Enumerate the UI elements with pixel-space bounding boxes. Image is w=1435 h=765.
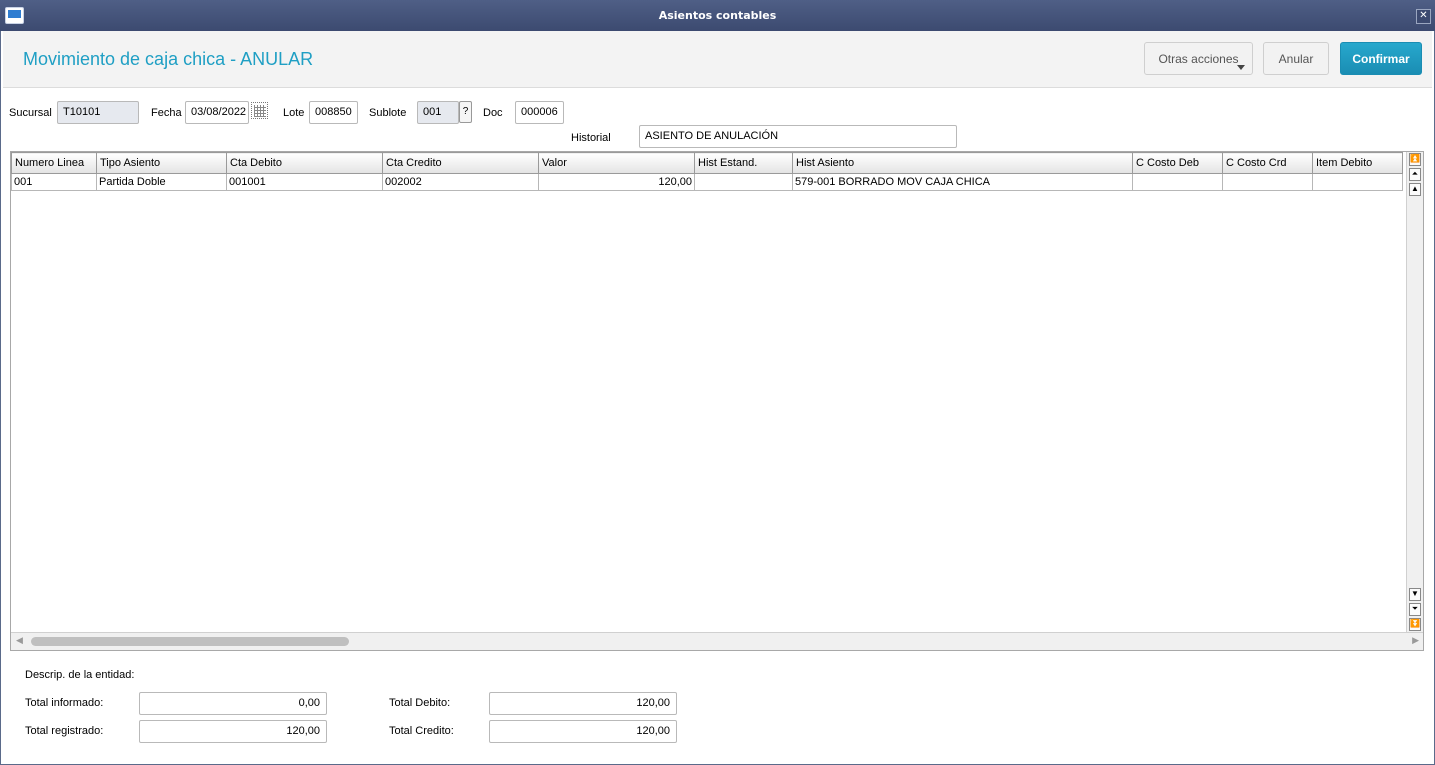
total-registrado-label: Total registrado: [25, 725, 104, 737]
page-header: Movimiento de caja chica - ANULAR Otras … [3, 31, 1432, 88]
doc-label: Doc [483, 107, 503, 119]
total-debito-label: Total Debito: [389, 697, 451, 709]
scroll-right-icon[interactable]: ▶ [1412, 635, 1419, 646]
fecha-field[interactable]: 03/08/2022 [185, 101, 249, 124]
calendar-icon[interactable] [251, 102, 268, 119]
sublote-label: Sublote [369, 107, 407, 119]
table-row[interactable]: 001 Partida Doble 001001 002002 120,00 5… [11, 173, 1403, 191]
doc-field[interactable]: 000006 [515, 101, 564, 124]
col-header[interactable]: Item Debito [1312, 152, 1403, 174]
col-header[interactable]: Valor [538, 152, 695, 174]
entries-grid[interactable]: Numero Linea Tipo Asiento Cta Debito Cta… [10, 151, 1424, 651]
col-header[interactable]: Tipo Asiento [96, 152, 227, 174]
table-header-row: Numero Linea Tipo Asiento Cta Debito Cta… [11, 152, 1403, 174]
table-cell[interactable]: 001 [11, 173, 97, 191]
table-cell[interactable]: Partida Doble [96, 173, 227, 191]
close-icon[interactable]: ✕ [1416, 9, 1431, 24]
col-header[interactable]: Hist Estand. [694, 152, 793, 174]
table-cell[interactable]: 579-001 BORRADO MOV CAJA CHICA [792, 173, 1133, 191]
total-debito-field[interactable]: 120,00 [489, 692, 677, 715]
col-header[interactable]: Numero Linea [11, 152, 97, 174]
total-informado-field[interactable]: 0,00 [139, 692, 327, 715]
window-title: Asientos contables [658, 9, 777, 22]
historial-label: Historial [571, 132, 611, 144]
page-down-icon[interactable]: ⏷ [1409, 603, 1421, 616]
other-actions-button[interactable]: Otras acciones [1144, 42, 1253, 75]
col-header[interactable]: C Costo Crd [1222, 152, 1313, 174]
sucursal-field[interactable]: T10101 [57, 101, 139, 124]
col-header[interactable]: Cta Credito [382, 152, 539, 174]
table-cell[interactable] [1312, 173, 1403, 191]
table-cell[interactable]: 001001 [226, 173, 383, 191]
cancel-button[interactable]: Anular [1263, 42, 1329, 75]
sublote-field[interactable]: 001 [417, 101, 459, 124]
table-cell[interactable]: 120,00 [538, 173, 695, 191]
horizontal-scroll-thumb[interactable] [31, 637, 349, 646]
historial-field[interactable]: ASIENTO DE ANULACIÓN [639, 125, 957, 148]
chevron-down-icon [1237, 65, 1245, 70]
total-credito-label: Total Credito: [389, 725, 454, 737]
col-header[interactable]: Hist Asiento [792, 152, 1133, 174]
horizontal-scrollbar[interactable]: ◀ ▶ [11, 632, 1423, 650]
scroll-down-icon[interactable]: ▼ [1409, 588, 1421, 601]
scroll-up-icon[interactable]: ▲ [1409, 183, 1421, 196]
table-cell[interactable] [1222, 173, 1313, 191]
title-bar: Asientos contables ✕ [0, 0, 1435, 31]
col-header[interactable]: C Costo Deb [1132, 152, 1223, 174]
confirm-button[interactable]: Confirmar [1340, 42, 1422, 75]
total-credito-field[interactable]: 120,00 [489, 720, 677, 743]
scroll-to-bottom-icon[interactable]: ⏬ [1409, 618, 1421, 631]
vertical-scrollbar[interactable]: ⏫ ⏶ ▲ ▼ ⏷ ⏬ [1406, 152, 1423, 634]
lote-field[interactable]: 008850 [309, 101, 358, 124]
col-header[interactable]: Cta Debito [226, 152, 383, 174]
entity-description-label: Descrip. de la entidad: [25, 669, 135, 681]
page-up-icon[interactable]: ⏶ [1409, 168, 1421, 181]
total-informado-label: Total informado: [25, 697, 104, 709]
lote-label: Lote [283, 107, 305, 119]
table-cell[interactable] [1132, 173, 1223, 191]
other-actions-label: Otras acciones [1158, 52, 1239, 66]
fecha-label: Fecha [151, 107, 182, 119]
sublote-lookup-button[interactable]: ? [459, 101, 472, 123]
entries-table: Numero Linea Tipo Asiento Cta Debito Cta… [11, 152, 1403, 191]
total-registrado-field[interactable]: 120,00 [139, 720, 327, 743]
page-title: Movimiento de caja chica - ANULAR [23, 49, 314, 69]
table-cell[interactable]: 002002 [382, 173, 539, 191]
sucursal-label: Sucursal [9, 107, 52, 119]
scroll-left-icon[interactable]: ◀ [16, 635, 23, 646]
scroll-to-top-icon[interactable]: ⏫ [1409, 153, 1421, 166]
table-cell[interactable] [694, 173, 793, 191]
